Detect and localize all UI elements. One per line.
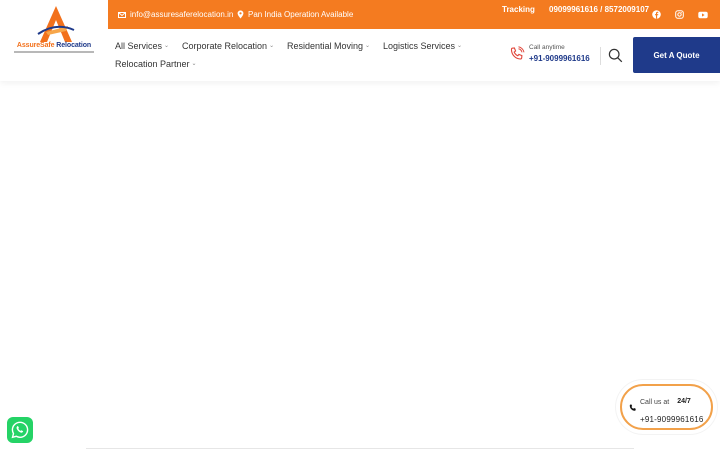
page: AssureSafe Relocation info@assuresaferel… — [0, 0, 720, 450]
chevron-down-icon: ⌄ — [365, 42, 371, 49]
chevron-down-icon: ⌄ — [191, 60, 197, 67]
logo-mark-icon — [37, 6, 75, 42]
phone-icon — [629, 404, 636, 411]
whatsapp-icon — [11, 421, 29, 439]
floating-call-label: Call us at — [640, 399, 670, 406]
floating-call-badge: 24/7 — [677, 398, 691, 405]
nav-item-label: All Services — [115, 41, 163, 51]
tracking-link[interactable]: Tracking — [502, 5, 535, 14]
main-nav: All Services ⌄ Corporate Relocation ⌄ Resi… — [108, 29, 508, 81]
floating-call-text: Call us at 24/7 — [640, 398, 691, 406]
nav-item-all-services[interactable]: All Services ⌄ — [115, 41, 169, 51]
phone-ringing-icon — [510, 46, 525, 60]
nav-item-label: Relocation Partner — [115, 59, 190, 69]
floating-call-number: +91-9099961616 — [640, 415, 704, 424]
logo[interactable]: AssureSafe Relocation — [0, 0, 108, 81]
site-header: AssureSafe Relocation info@assuresaferel… — [0, 0, 720, 81]
call-label: Call anytime — [529, 44, 565, 51]
operation-text: Pan India Operation Available — [248, 10, 354, 19]
whatsapp-button[interactable] — [7, 417, 33, 443]
chevron-down-icon: ⌄ — [269, 42, 275, 49]
logo-text: AssureSafe Relocation — [6, 42, 102, 49]
top-bar: info@assuresaferelocation.in Pan India O… — [108, 0, 720, 29]
call-anytime[interactable]: Call anytime +91-9099961616 — [509, 42, 599, 68]
nav-item-label: Residential Moving — [287, 41, 364, 51]
facebook-icon[interactable] — [651, 9, 662, 20]
nav-item-corporate-relocation[interactable]: Corporate Relocation ⌄ — [182, 41, 274, 51]
location-pin-icon — [236, 10, 244, 19]
nav-item-residential-moving[interactable]: Residential Moving ⌄ — [287, 41, 370, 51]
topbar-phones[interactable]: 09099961616 / 8572009107 — [549, 5, 649, 14]
email-link[interactable]: info@assuresaferelocation.in — [118, 10, 233, 19]
mail-icon — [118, 11, 126, 19]
header-divider — [600, 47, 601, 65]
nav-item-label: Corporate Relocation — [182, 41, 268, 51]
chevron-down-icon: ⌄ — [164, 42, 170, 49]
call-number: +91-9099961616 — [529, 54, 590, 63]
nav-item-logistics-services[interactable]: Logistics Services ⌄ — [383, 41, 462, 51]
operation-info: Pan India Operation Available — [236, 10, 353, 19]
youtube-icon[interactable] — [697, 9, 708, 20]
logo-brand-part2: Relocation — [56, 42, 92, 49]
instagram-icon[interactable] — [674, 9, 685, 20]
search-icon[interactable] — [608, 48, 623, 63]
email-text: info@assuresaferelocation.in — [130, 10, 234, 19]
nav-item-relocation-partner[interactable]: Relocation Partner ⌄ — [115, 59, 197, 69]
content-divider — [86, 448, 634, 449]
get-quote-button[interactable]: Get A Quote — [633, 37, 720, 73]
chevron-down-icon: ⌄ — [457, 42, 463, 49]
logo-brand-part1: AssureSafe — [16, 42, 55, 49]
nav-item-label: Logistics Services — [383, 41, 456, 51]
logo-tagline-graphic — [14, 51, 94, 53]
floating-call-widget[interactable]: Call us at 24/7 +91-9099961616 — [620, 384, 713, 430]
